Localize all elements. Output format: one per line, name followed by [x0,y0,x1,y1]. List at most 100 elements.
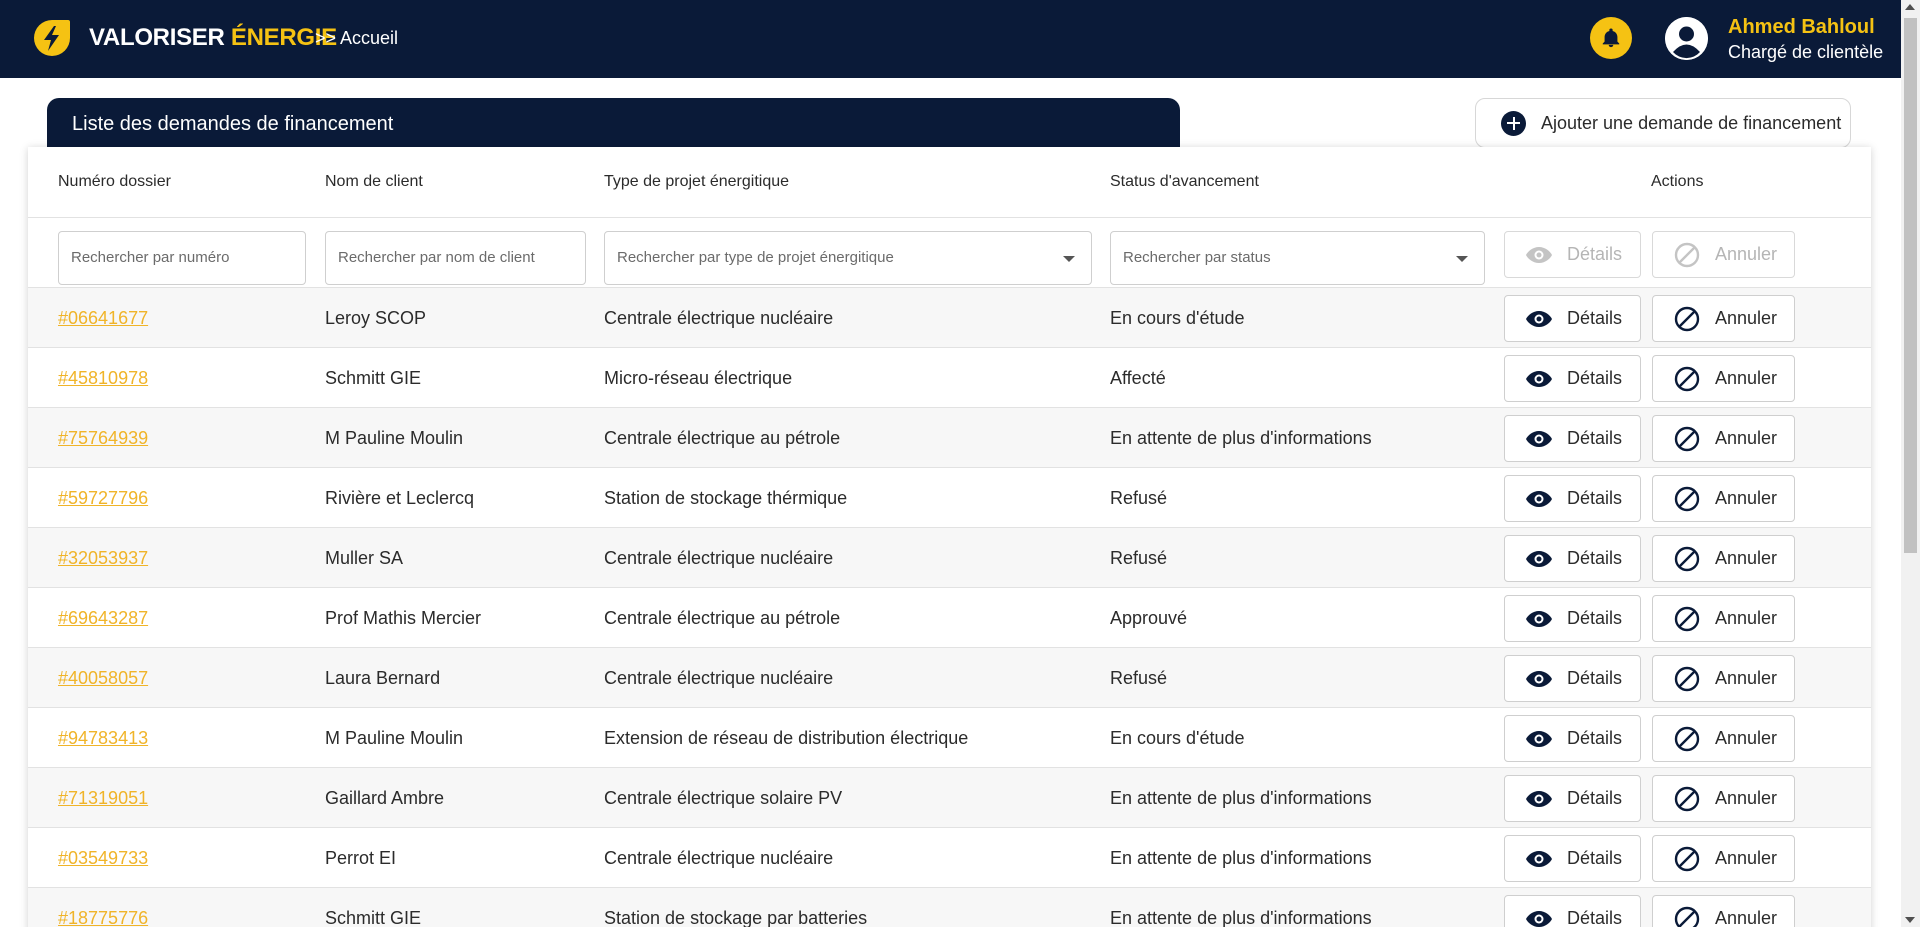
brand-name[interactable]: VALORISER ÉNERGIE [89,24,337,52]
progress-status: En attente de plus d'informations [1110,908,1372,927]
dossier-number-link[interactable]: #18775776 [58,888,148,927]
project-type: Centrale électrique nucléaire [604,308,834,328]
cancel-label: Annuler [1715,668,1778,688]
table-row: #06641677 Leroy SCOP Centrale électrique n… [28,288,1871,348]
eye-icon [1525,425,1553,453]
filter-cancel-button[interactable]: Annuler [1652,231,1795,278]
cancel-button[interactable]: Annuler [1652,715,1795,762]
breadcrumb[interactable]: >> Accueil [315,28,398,49]
dossier-number-link[interactable]: #94783413 [58,708,148,768]
filter-details-button[interactable]: Détails [1504,231,1641,278]
client-name: Rivière et Leclercq [325,488,475,508]
details-label: Détails [1567,608,1623,628]
vertical-scrollbar[interactable] [1901,0,1920,927]
details-button[interactable]: Détails [1504,895,1641,927]
dossier-number-link[interactable]: #59727796 [58,468,148,528]
plus-circle-icon [1501,110,1526,136]
ban-icon [1673,305,1701,333]
dossier-number-link[interactable]: #75764939 [58,408,148,468]
cancel-label: Annuler [1715,848,1778,868]
ban-icon [1673,485,1701,513]
details-label: Détails [1567,308,1623,328]
dossier-number-link[interactable]: #45810978 [58,348,148,408]
progress-status: En attente de plus d'informations [1110,428,1372,448]
cancel-button[interactable]: Annuler [1652,835,1795,882]
client-name: M Pauline Moulin [325,728,464,748]
cancel-button[interactable]: Annuler [1652,655,1795,702]
search-numero-input[interactable]: Rechercher par numéro [58,231,306,285]
search-type-select[interactable]: Rechercher par type de projet énergitiqu… [604,231,1092,285]
project-type: Centrale électrique nucléaire [604,668,834,688]
user-avatar-icon[interactable] [1665,17,1708,60]
dossier-number-link[interactable]: #71319051 [58,768,148,828]
details-label: Détails [1567,728,1623,748]
client-name: Perrot EI [325,848,397,868]
progress-status: En attente de plus d'informations [1110,788,1372,808]
chevron-down-icon [1063,256,1075,262]
table-row: #03549733 Perrot EI Centrale électrique nu… [28,828,1871,888]
cancel-label: Annuler [1715,728,1778,748]
dossier-number-link[interactable]: #06641677 [58,288,148,348]
details-button[interactable]: Détails [1504,835,1641,882]
table-row: #40058057 Laura Bernard Centrale électriqu… [28,648,1871,708]
column-header-client: Nom de client [325,173,423,190]
details-button[interactable]: Détails [1504,295,1641,342]
scroll-down-arrow-icon[interactable] [1905,917,1915,923]
details-label: Détails [1567,848,1623,868]
search-status-select[interactable]: Rechercher par status [1110,231,1485,285]
dossier-number-link[interactable]: #03549733 [58,828,148,888]
ban-icon [1673,545,1701,573]
details-button[interactable]: Détails [1504,535,1641,582]
details-button[interactable]: Détails [1504,775,1641,822]
project-type: Station de stockage par batteries [604,908,868,927]
table-row: #45810978 Schmitt GIE Micro-réseau électri… [28,348,1871,408]
project-type: Centrale électrique solaire PV [604,788,843,808]
details-button[interactable]: Détails [1504,355,1641,402]
search-status-placeholder: Rechercher par status [1123,249,1271,266]
cancel-button[interactable]: Annuler [1652,895,1795,927]
client-name: Schmitt GIE [325,908,422,927]
add-request-label: Ajouter une demande de financement [1541,112,1842,133]
details-button[interactable]: Détails [1504,415,1641,462]
column-header-type: Type de projet énergitique [604,173,790,190]
dossier-number-link[interactable]: #40058057 [58,648,148,708]
details-button[interactable]: Détails [1504,475,1641,522]
details-label: Détails [1567,244,1623,264]
dossier-number-link[interactable]: #32053937 [58,528,148,588]
lightning-logo-icon[interactable] [32,18,72,58]
cancel-button[interactable]: Annuler [1652,355,1795,402]
client-name: Schmitt GIE [325,368,422,388]
ban-icon [1673,365,1701,393]
cancel-button[interactable]: Annuler [1652,415,1795,462]
progress-status: En cours d'étude [1110,728,1245,748]
scrollbar-thumb[interactable] [1904,18,1917,553]
ban-icon [1673,425,1701,453]
client-name: M Pauline Moulin [325,428,464,448]
eye-icon [1525,785,1553,813]
ban-icon [1673,665,1701,693]
search-client-input[interactable]: Rechercher par nom de client [325,231,586,285]
details-button[interactable]: Détails [1504,655,1641,702]
filter-row: Rechercher par numéro Rechercher par nom… [28,218,1871,288]
cancel-button[interactable]: Annuler [1652,475,1795,522]
cancel-label: Annuler [1715,488,1778,508]
dossier-number-link[interactable]: #69643287 [58,588,148,648]
scroll-up-arrow-icon[interactable] [1905,4,1915,10]
details-label: Détails [1567,368,1623,388]
progress-status: Refusé [1110,488,1168,508]
user-name[interactable]: Ahmed Bahloul [1728,16,1875,39]
details-button[interactable]: Détails [1504,595,1641,642]
bell-icon[interactable] [1590,17,1632,59]
cancel-button[interactable]: Annuler [1652,535,1795,582]
ban-icon [1673,785,1701,813]
details-label: Détails [1567,908,1623,927]
add-request-button[interactable]: Ajouter une demande de financement [1475,98,1851,148]
details-button[interactable]: Détails [1504,715,1641,762]
client-name: Laura Bernard [325,668,441,688]
cancel-button[interactable]: Annuler [1652,775,1795,822]
table-row: #69643287 Prof Mathis Mercier Centrale éle… [28,588,1871,648]
project-type: Centrale électrique nucléaire [604,548,834,568]
user-role: Chargé de clientèle [1728,42,1884,62]
cancel-button[interactable]: Annuler [1652,295,1795,342]
cancel-button[interactable]: Annuler [1652,595,1795,642]
